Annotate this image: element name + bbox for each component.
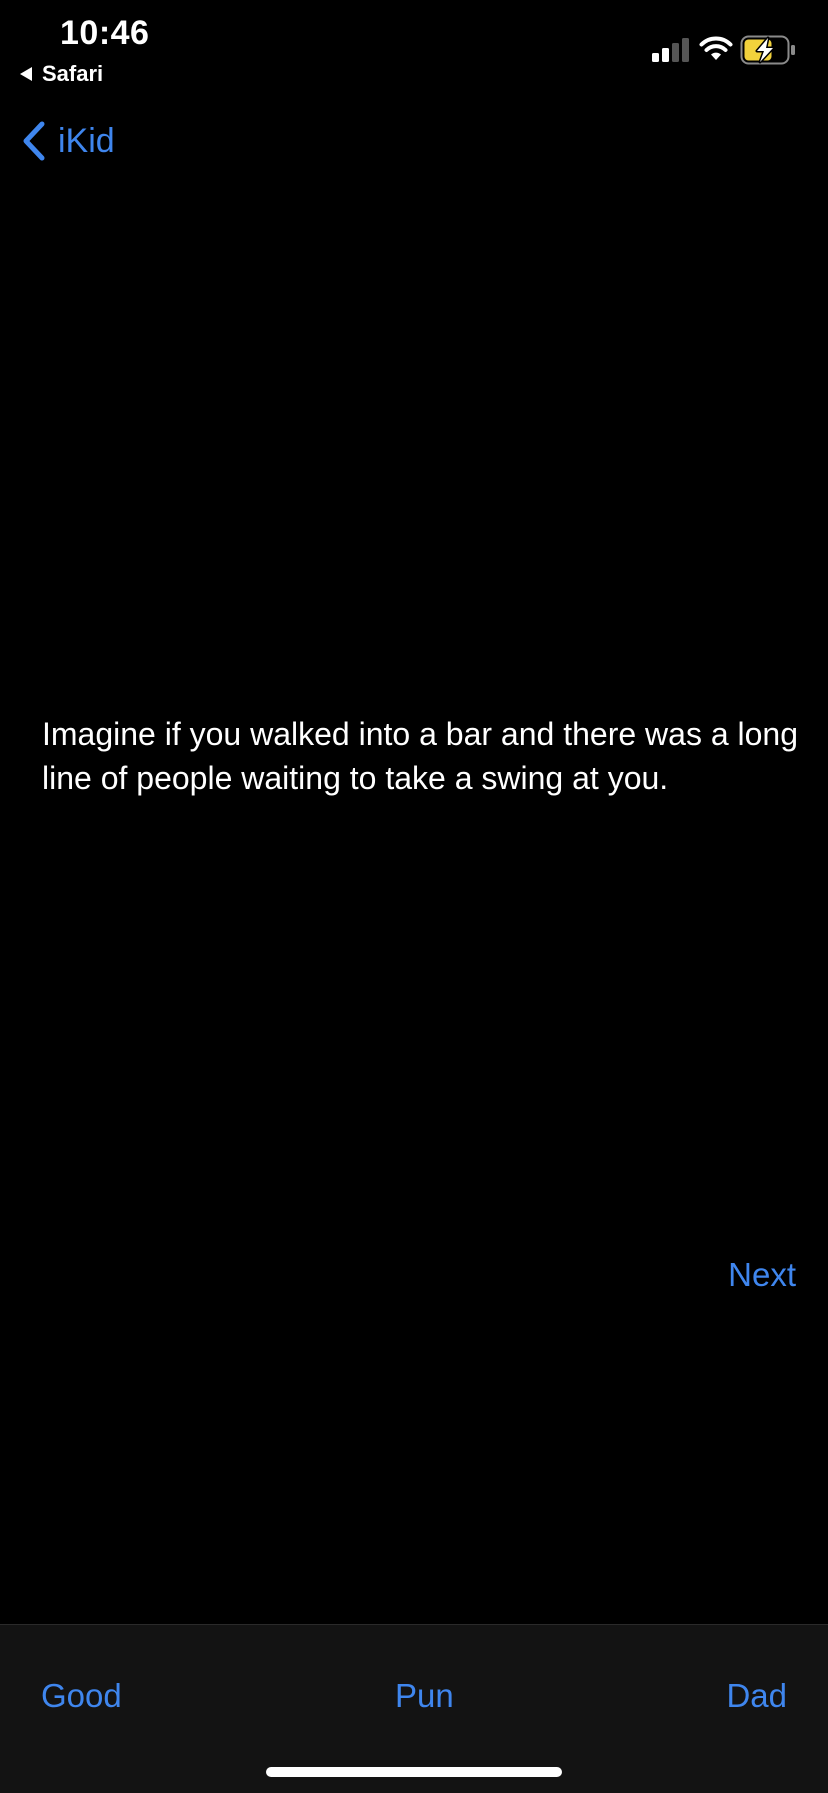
home-indicator[interactable] [266,1767,562,1777]
tab-pun[interactable]: Pun [395,1677,454,1715]
joke-text: Imagine if you walked into a bar and the… [42,716,799,796]
back-triangle-icon [20,67,32,81]
back-to-app-label: Safari [42,61,104,86]
next-button[interactable]: Next [728,1256,796,1294]
wifi-icon [699,36,733,60]
cellular-signal-icon [652,38,689,62]
tab-dad[interactable]: Dad [726,1677,787,1715]
status-bar: 10:46 Safari [0,0,828,100]
status-time: 10:46 [60,14,150,52]
tab-good[interactable]: Good [41,1677,122,1715]
battery-charging-icon [740,35,795,65]
nav-back-label: iKid [58,121,115,160]
back-to-app-button[interactable]: Safari [20,60,103,88]
nav-back-button[interactable]: iKid [22,118,115,164]
chevron-left-icon [23,121,45,161]
tab-bar: Good Pun Dad [0,1624,828,1793]
